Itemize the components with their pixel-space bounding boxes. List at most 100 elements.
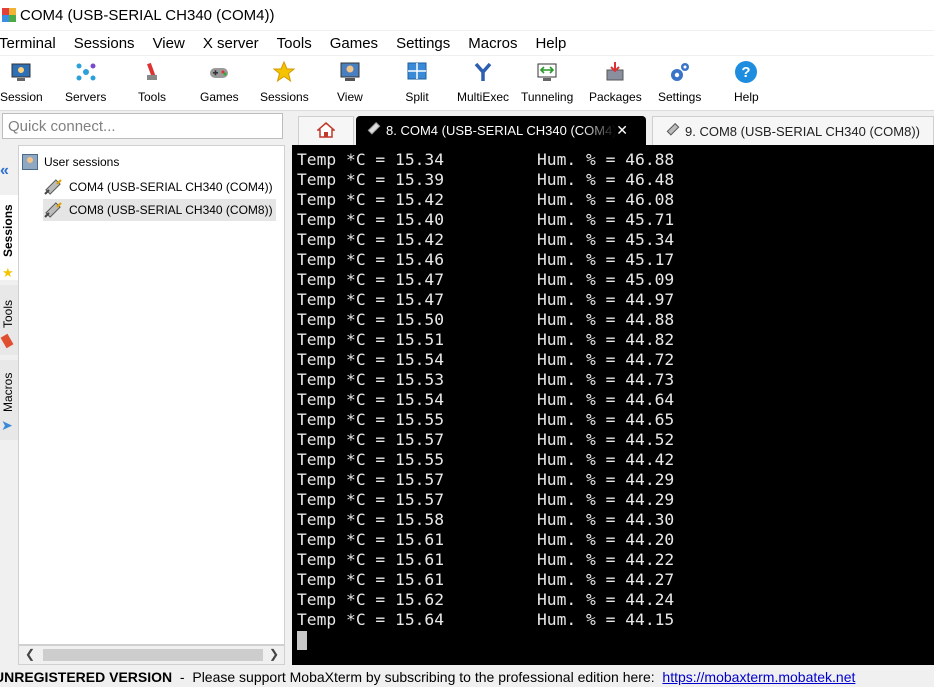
home-tab[interactable] xyxy=(298,116,354,145)
temperature-reading: Temp *C = 15.46 xyxy=(297,250,445,269)
menu-tools[interactable]: Tools xyxy=(268,35,321,52)
sessions-label: Sessions xyxy=(260,90,309,104)
split-icon xyxy=(405,60,429,84)
tab-sessions[interactable]: Sessions ★ xyxy=(0,195,19,280)
scroll-left-icon[interactable]: ❮ xyxy=(25,647,35,661)
humidity-reading: Hum. % = 44.82 xyxy=(537,330,675,349)
quick-connect-input[interactable] xyxy=(2,113,283,139)
menu-games[interactable]: Games xyxy=(321,35,387,52)
menu-bar: Terminal Sessions View X server Tools Ga… xyxy=(0,31,934,55)
settings-icon xyxy=(668,60,692,84)
multiexec-button[interactable]: MultiExec xyxy=(457,60,509,104)
humidity-reading: Hum. % = 44.97 xyxy=(537,290,675,309)
temperature-reading: Temp *C = 15.57 xyxy=(297,490,445,509)
tunneling-button[interactable]: Tunneling xyxy=(521,60,573,104)
serial-plug-icon xyxy=(665,122,681,140)
humidity-reading: Hum. % = 44.30 xyxy=(537,510,675,529)
temperature-reading: Temp *C = 15.64 xyxy=(297,610,445,629)
games-icon xyxy=(207,60,231,84)
tab-com4-title: 8. COM4 (USB-SERIAL CH340 (COM4)) xyxy=(386,123,616,138)
home-icon xyxy=(316,121,336,141)
humidity-reading: Hum. % = 45.34 xyxy=(537,230,675,249)
sessions-button[interactable]: Sessions xyxy=(260,60,309,104)
tools-button[interactable]: Tools xyxy=(138,60,166,104)
tab-tools[interactable]: Tools xyxy=(0,285,19,355)
serial-plug-icon xyxy=(366,121,382,139)
menu-sessions[interactable]: Sessions xyxy=(65,35,144,52)
menu-settings[interactable]: Settings xyxy=(387,35,459,52)
temperature-reading: Temp *C = 15.42 xyxy=(297,190,445,209)
settings-button[interactable]: Settings xyxy=(658,60,701,104)
temperature-reading: Temp *C = 15.40 xyxy=(297,210,445,229)
temperature-reading: Temp *C = 15.54 xyxy=(297,350,445,369)
temperature-reading: Temp *C = 15.51 xyxy=(297,330,445,349)
session-tab-bar: 8. COM4 (USB-SERIAL CH340 (COM4)) ✕ 9. C… xyxy=(288,113,934,145)
humidity-reading: Hum. % = 45.17 xyxy=(537,250,675,269)
menu-macros[interactable]: Macros xyxy=(459,35,526,52)
session-icon xyxy=(9,60,33,84)
tunneling-icon xyxy=(535,60,559,84)
servers-button[interactable]: Servers xyxy=(65,60,106,104)
app-logo-icon xyxy=(2,8,16,22)
menu-help[interactable]: Help xyxy=(526,35,575,52)
servers-icon xyxy=(74,60,98,84)
tree-horizontal-scrollbar[interactable]: ❮ ❯ xyxy=(18,645,285,665)
tree-item-label: COM4 (USB-SERIAL CH340 (COM4)) xyxy=(69,180,273,194)
tunneling-label: Tunneling xyxy=(521,90,574,104)
scroll-thumb[interactable] xyxy=(43,649,263,661)
games-button[interactable]: Games xyxy=(200,60,239,104)
window-title: COM4 (USB-SERIAL CH340 (COM4)) xyxy=(20,6,275,24)
temperature-reading: Temp *C = 15.55 xyxy=(297,410,445,429)
temperature-reading: Temp *C = 15.57 xyxy=(297,470,445,489)
tab-com4[interactable]: 8. COM4 (USB-SERIAL CH340 (COM4)) ✕ xyxy=(356,116,646,145)
status-bar: UNREGISTERED VERSION - Please support Mo… xyxy=(0,668,934,687)
multiexec-label: MultiExec xyxy=(457,90,510,104)
tree-root-user-sessions[interactable]: User sessions xyxy=(22,154,119,170)
humidity-reading: Hum. % = 44.24 xyxy=(537,590,675,609)
tree-root-label: User sessions xyxy=(44,155,120,169)
temperature-reading: Temp *C = 15.62 xyxy=(297,590,445,609)
humidity-reading: Hum. % = 44.20 xyxy=(537,530,675,549)
macros-small-icon: ➤ xyxy=(1,417,13,433)
tree-item-com4[interactable]: COM4 (USB-SERIAL CH340 (COM4)) xyxy=(43,176,276,198)
help-icon: ? xyxy=(734,60,758,84)
servers-label: Servers xyxy=(65,90,107,104)
tab-macros[interactable]: Macros ➤ xyxy=(0,360,19,440)
user-sessions-icon xyxy=(22,154,38,170)
humidity-reading: Hum. % = 46.88 xyxy=(537,150,675,169)
toolbar: Session Servers Tools Games Sessions Vie… xyxy=(0,56,934,110)
humidity-reading: Hum. % = 44.88 xyxy=(537,310,675,329)
menu-terminal[interactable]: Terminal xyxy=(0,35,65,52)
temperature-reading: Temp *C = 15.54 xyxy=(297,390,445,409)
tab-com8[interactable]: 9. COM8 (USB-SERIAL CH340 (COM8)) xyxy=(652,116,934,145)
multiexec-icon xyxy=(471,60,495,84)
split-label: Split xyxy=(405,90,429,104)
temperature-reading: Temp *C = 15.34 xyxy=(297,150,445,169)
temperature-reading: Temp *C = 15.39 xyxy=(297,170,445,189)
star-icon xyxy=(272,60,296,84)
temperature-reading: Temp *C = 15.61 xyxy=(297,570,445,589)
close-icon[interactable]: ✕ xyxy=(616,122,628,139)
split-button[interactable]: Split xyxy=(405,60,429,104)
scroll-right-icon[interactable]: ❯ xyxy=(269,647,279,661)
help-label: Help xyxy=(734,90,759,104)
packages-label: Packages xyxy=(589,90,642,104)
session-button[interactable]: Session xyxy=(0,60,43,104)
mobatek-link[interactable]: https://mobaxterm.mobatek.net xyxy=(662,669,855,685)
humidity-reading: Hum. % = 44.29 xyxy=(537,490,675,509)
terminal-output[interactable]: Temp *C = 15.34 Hum. % = 46.88 Temp *C = 1… xyxy=(292,145,934,665)
collapse-sidebar-icon[interactable]: « xyxy=(0,162,9,180)
tools-label: Tools xyxy=(138,90,167,104)
humidity-reading: Hum. % = 44.42 xyxy=(537,450,675,469)
tab-macros-label: Macros xyxy=(1,372,15,412)
tree-item-com8[interactable]: COM8 (USB-SERIAL CH340 (COM8)) xyxy=(43,199,276,221)
humidity-reading: Hum. % = 45.09 xyxy=(537,270,675,289)
menu-view[interactable]: View xyxy=(144,35,194,52)
tree-item-label: COM8 (USB-SERIAL CH340 (COM8)) xyxy=(69,203,273,217)
help-button[interactable]: ? Help xyxy=(734,60,759,104)
tools-icon xyxy=(140,60,164,84)
menu-x-server[interactable]: X server xyxy=(194,35,268,52)
view-button[interactable]: View xyxy=(337,60,363,104)
packages-button[interactable]: Packages xyxy=(589,60,642,104)
settings-label: Settings xyxy=(658,90,702,104)
